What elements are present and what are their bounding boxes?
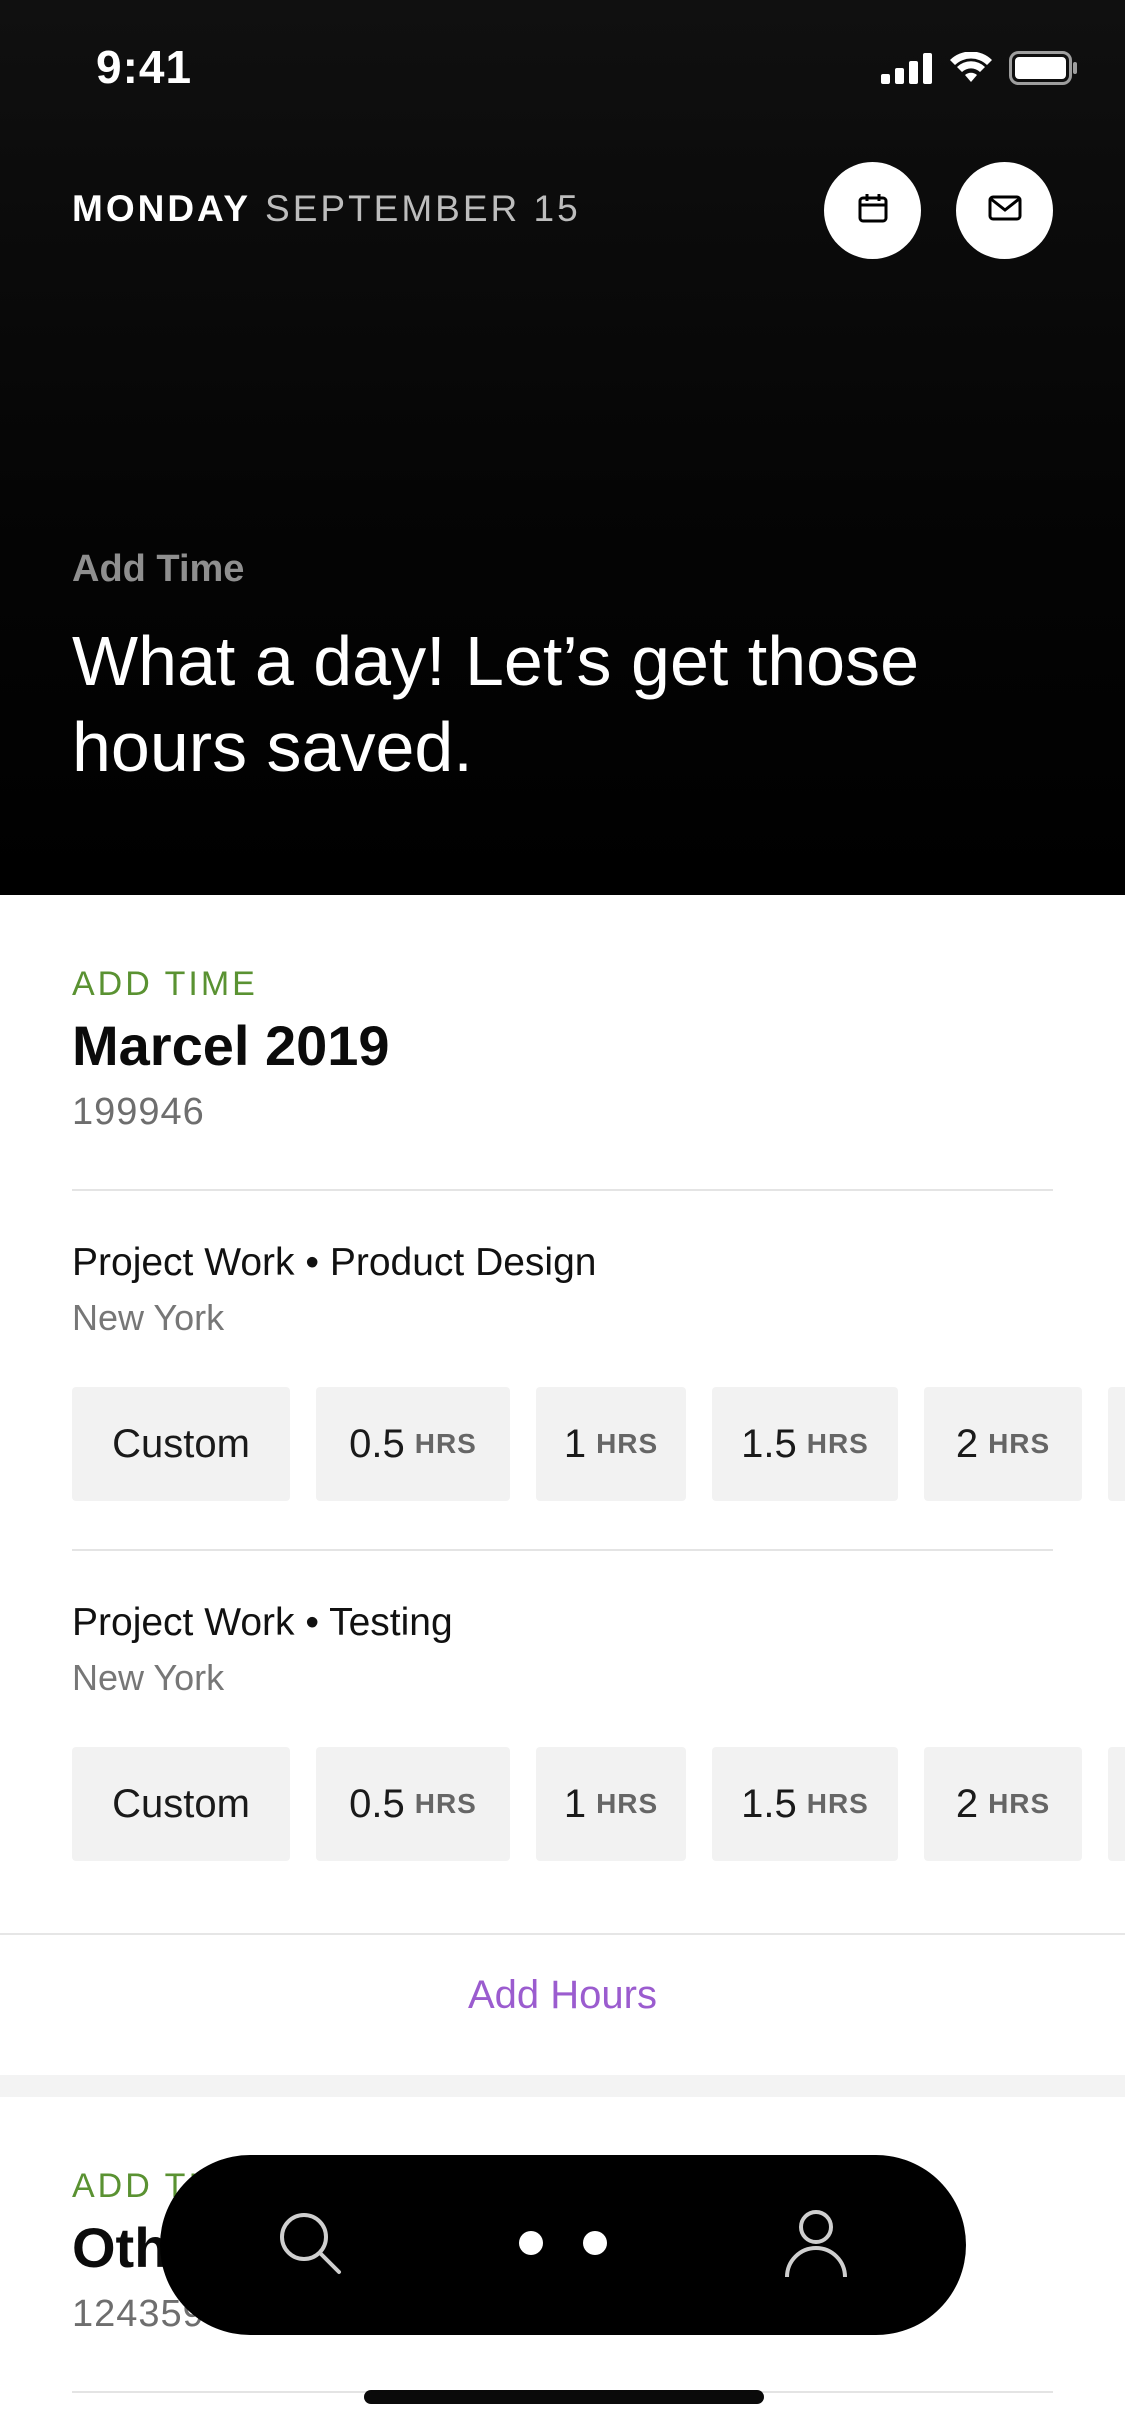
hours-chip-2[interactable]: 2 HRS [924, 1747, 1082, 1861]
chip-unit: HRS [596, 1428, 659, 1459]
chip-value: 0.5 [349, 1781, 405, 1826]
hours-chip-0-5[interactable]: 0.5 HRS [316, 1747, 510, 1861]
day-of-week: MONDAY [72, 188, 252, 229]
hero-subtitle: Add Time [72, 548, 245, 590]
hours-chip-1-5[interactable]: 1.5 HRS [712, 1747, 898, 1861]
chip-value: 2 [955, 1421, 979, 1466]
chip-value: 2 [955, 1781, 979, 1826]
chip-unit: HRS [806, 1428, 869, 1459]
mail-button[interactable] [956, 162, 1053, 259]
project-title: Marcel 2019 [72, 1014, 390, 1077]
chip-value: 1.5 [741, 1781, 797, 1826]
hours-chips: Custom 0.5 HRS 1 HRS 1.5 HRS 2 HRS [72, 1747, 1125, 1861]
calendar-button[interactable] [824, 162, 921, 259]
date-row: MONDAY SEPTEMBER 15 [72, 188, 581, 230]
hours-chip-more[interactable] [1108, 1387, 1125, 1501]
status-bar: 9:41 [0, 0, 1125, 140]
section-gap [0, 2075, 1125, 2097]
hours-chip-1[interactable]: 1 HRS [536, 1747, 686, 1861]
task-location: New York [72, 1297, 225, 1338]
task-title: Project Work • Product Design [72, 1241, 597, 1284]
status-icons [881, 48, 1079, 92]
task-location: New York [72, 1657, 225, 1698]
chip-label: Custom [112, 1421, 250, 1466]
chip-unit: HRS [988, 1428, 1051, 1459]
hero-title: What a day! Let’s get those hours saved. [72, 622, 920, 786]
chip-value: 1.5 [741, 1421, 797, 1466]
divider [0, 1933, 1125, 1935]
date-label: SEPTEMBER 15 [265, 188, 581, 229]
hours-chip-more[interactable] [1108, 1747, 1125, 1861]
nav-search[interactable] [240, 2155, 380, 2335]
project-eyebrow: ADD TIME [72, 965, 258, 1003]
hours-chip-2[interactable]: 2 HRS [924, 1387, 1082, 1501]
hours-chip-0-5[interactable]: 0.5 HRS [316, 1387, 510, 1501]
chip-unit: HRS [596, 1788, 659, 1819]
battery-icon [1009, 50, 1079, 90]
mail-icon [987, 193, 1023, 228]
home-indicator [364, 2390, 764, 2404]
task-title: Project Work • Testing [72, 1601, 453, 1644]
chip-value: 1 [563, 1781, 587, 1826]
hours-chip-1-5[interactable]: 1.5 HRS [712, 1387, 898, 1501]
header-hero: 9:41 MONDAY SEPTEMBER 15 Add Time What a… [0, 0, 1125, 895]
chip-value: 1 [563, 1421, 587, 1466]
hours-chip-1[interactable]: 1 HRS [536, 1387, 686, 1501]
project-code: 199946 [72, 1091, 205, 1133]
chip-unit: HRS [806, 1788, 869, 1819]
hours-chips: Custom 0.5 HRS 1 HRS 1.5 HRS 2 HRS [72, 1387, 1125, 1501]
calendar-icon [856, 191, 890, 230]
profile-icon [783, 2207, 849, 2284]
divider [72, 1549, 1053, 1551]
more-icon [513, 2228, 613, 2263]
chip-label: Custom [112, 1781, 250, 1826]
chip-unit: HRS [414, 1428, 477, 1459]
nav-more[interactable] [493, 2155, 633, 2335]
nav-profile[interactable] [746, 2155, 886, 2335]
wifi-icon [949, 50, 993, 89]
chip-unit: HRS [988, 1788, 1051, 1819]
custom-hours-chip[interactable]: Custom [72, 1387, 290, 1501]
custom-hours-chip[interactable]: Custom [72, 1747, 290, 1861]
add-hours-button[interactable]: Add Hours [0, 1973, 1125, 2018]
chip-value: 0.5 [349, 1421, 405, 1466]
status-time: 9:41 [96, 41, 193, 93]
chip-unit: HRS [414, 1788, 477, 1819]
search-icon [275, 2208, 345, 2283]
divider [72, 1189, 1053, 1191]
bottom-nav [160, 2155, 966, 2335]
signal-icon [881, 52, 933, 89]
